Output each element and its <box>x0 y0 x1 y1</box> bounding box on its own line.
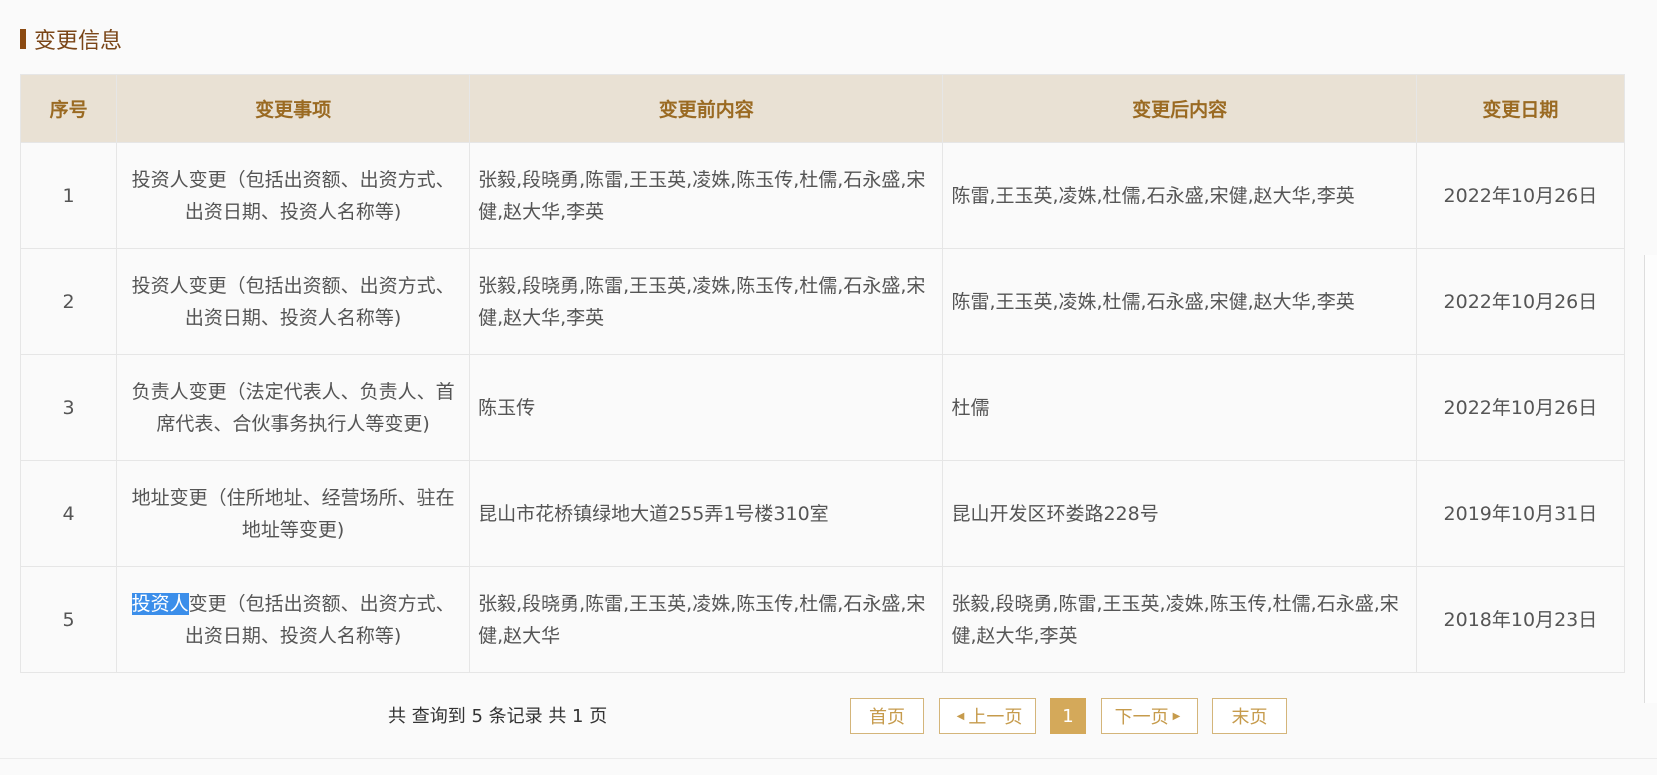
section-header: 变更信息 <box>20 24 122 54</box>
scrollbar-edge[interactable] <box>1644 255 1657 703</box>
row-change-item: 投资人变更（包括出资额、出资方式、出资日期、投资人名称等) <box>116 566 471 673</box>
change-info-table: 序号 变更事项 变更前内容 变更后内容 变更日期 1 投资人变更（包括出资额、出… <box>19 74 1626 673</box>
first-page-button[interactable]: 首页 <box>850 698 924 734</box>
footer-divider <box>0 758 1657 759</box>
row-index: 2 <box>19 248 118 355</box>
row-before-content: 昆山市花桥镇绿地大道255弄1号楼310室 <box>469 460 944 567</box>
first-page-label: 首页 <box>869 707 905 728</box>
last-page-button[interactable]: 末页 <box>1212 698 1287 734</box>
header-before-content: 变更前内容 <box>469 74 944 143</box>
row-change-date: 2022年10月26日 <box>1415 248 1626 355</box>
row-before-content: 张毅,段晓勇,陈雷,王玉英,凌姝,陈玉传,杜儒,石永盛,宋健,赵大华,李英 <box>469 142 944 249</box>
row-before-content: 张毅,段晓勇,陈雷,王玉英,凌姝,陈玉传,杜儒,石永盛,宋健,赵大华 <box>469 566 944 673</box>
row-after-content: 杜儒 <box>942 354 1417 461</box>
current-page-button[interactable]: 1 <box>1050 698 1086 734</box>
last-page-label: 末页 <box>1231 707 1268 728</box>
header-change-item: 变更事项 <box>116 74 471 143</box>
row-change-item: 投资人变更（包括出资额、出资方式、出资日期、投资人名称等) <box>116 248 471 355</box>
row-index: 4 <box>19 460 118 567</box>
header-change-date: 变更日期 <box>1415 74 1626 143</box>
row-change-item: 投资人变更（包括出资额、出资方式、出资日期、投资人名称等) <box>116 142 471 249</box>
title-accent-bar <box>20 29 26 49</box>
change-item-text: 变更（包括出资额、出资方式、出资日期、投资人名称等) <box>184 592 455 647</box>
row-change-date: 2022年10月26日 <box>1415 354 1626 461</box>
table-row: 2 投资人变更（包括出资额、出资方式、出资日期、投资人名称等) 张毅,段晓勇,陈… <box>19 248 1626 355</box>
row-change-item: 地址变更（住所地址、经营场所、驻在地址等变更) <box>116 460 471 567</box>
row-after-content: 昆山开发区环娄路228号 <box>942 460 1417 567</box>
pagination-summary: 共 查询到 5 条记录 共 1 页 <box>388 706 608 727</box>
row-before-content: 张毅,段晓勇,陈雷,王玉英,凌姝,陈玉传,杜儒,石永盛,宋健,赵大华,李英 <box>469 248 944 355</box>
triangle-right-icon: ▶ <box>1172 710 1181 722</box>
selected-text: 投资人 <box>131 592 189 615</box>
header-index: 序号 <box>19 74 118 143</box>
row-after-content: 张毅,段晓勇,陈雷,王玉英,凌姝,陈玉传,杜儒,石永盛,宋健,赵大华,李英 <box>942 566 1417 673</box>
row-change-date: 2018年10月23日 <box>1415 566 1626 673</box>
row-after-content: 陈雷,王玉英,凌姝,杜儒,石永盛,宋健,赵大华,李英 <box>942 248 1417 355</box>
section-title: 变更信息 <box>34 29 123 54</box>
table-row: 5 投资人变更（包括出资额、出资方式、出资日期、投资人名称等) 张毅,段晓勇,陈… <box>19 566 1626 673</box>
next-page-button[interactable]: 下一页 ▶ <box>1101 698 1198 734</box>
triangle-left-icon: ◀ <box>956 710 965 722</box>
prev-page-label: 上一页 <box>968 707 1023 728</box>
header-after-content: 变更后内容 <box>942 74 1417 143</box>
row-index: 3 <box>19 354 118 461</box>
row-after-content: 陈雷,王玉英,凌姝,杜儒,石永盛,宋健,赵大华,李英 <box>942 142 1417 249</box>
table-header-row: 序号 变更事项 变更前内容 变更后内容 变更日期 <box>19 74 1626 143</box>
row-change-item: 负责人变更（法定代表人、负责人、首席代表、合伙事务执行人等变更) <box>116 354 471 461</box>
row-index: 5 <box>19 566 118 673</box>
row-before-content: 陈玉传 <box>469 354 944 461</box>
row-index: 1 <box>19 142 118 249</box>
prev-page-button[interactable]: ◀ 上一页 <box>939 698 1036 734</box>
current-page-number: 1 <box>1062 705 1074 727</box>
next-page-label: 下一页 <box>1114 707 1169 728</box>
pagination: 共 查询到 5 条记录 共 1 页 首页 ◀ 上一页 1 下一页 ▶ 末页 <box>0 698 1657 736</box>
table-row: 3 负责人变更（法定代表人、负责人、首席代表、合伙事务执行人等变更) 陈玉传 杜… <box>19 354 1626 461</box>
row-change-date: 2022年10月26日 <box>1415 142 1626 249</box>
table-row: 1 投资人变更（包括出资额、出资方式、出资日期、投资人名称等) 张毅,段晓勇,陈… <box>19 142 1626 249</box>
row-change-date: 2019年10月31日 <box>1415 460 1626 567</box>
table-row: 4 地址变更（住所地址、经营场所、驻在地址等变更) 昆山市花桥镇绿地大道255弄… <box>19 460 1626 567</box>
